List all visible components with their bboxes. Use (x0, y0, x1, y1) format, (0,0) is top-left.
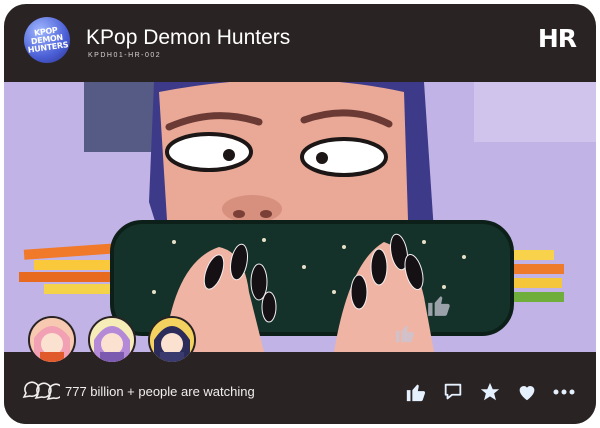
post-card: KPOP DEMON HUNTERS KPop Demon Hunters KP… (4, 4, 596, 424)
star-icon (480, 382, 500, 401)
love-button[interactable] (515, 380, 539, 404)
show-logo[interactable]: KPOP DEMON HUNTERS (24, 17, 70, 63)
scene-illustration (4, 82, 596, 352)
action-bar (404, 380, 576, 404)
avatar[interactable] (28, 316, 76, 364)
hr-badge: HR (537, 24, 577, 53)
post-title: KPop Demon Hunters (86, 26, 291, 49)
like-button[interactable] (404, 380, 428, 404)
comment-icon (444, 383, 462, 400)
favorite-button[interactable] (478, 380, 502, 404)
heart-icon (519, 386, 535, 401)
card-header: KPOP DEMON HUNTERS KPop Demon Hunters KP… (4, 4, 596, 82)
avatar[interactable] (88, 316, 136, 364)
avatar-purple-braid (90, 318, 134, 362)
post-image[interactable] (4, 82, 596, 352)
avatar-navy-hair (150, 318, 194, 362)
thumbs-up-icon (406, 384, 426, 402)
floating-thumbs-up-icon (428, 296, 450, 316)
more-button[interactable] (552, 380, 576, 404)
viewer-avatars[interactable] (28, 316, 198, 372)
viewers-icon (22, 381, 60, 401)
floating-thumbs-up-icon (395, 325, 415, 343)
comment-button[interactable] (441, 380, 465, 404)
avatar-pink-hair (30, 318, 74, 362)
more-icon (553, 389, 575, 395)
logo-text: KPOP DEMON HUNTERS (27, 25, 69, 55)
watching-count: 777 billion + people are watching (65, 384, 255, 399)
post-code: KPDH01-HR-002 (88, 52, 162, 59)
avatar[interactable] (148, 316, 196, 364)
